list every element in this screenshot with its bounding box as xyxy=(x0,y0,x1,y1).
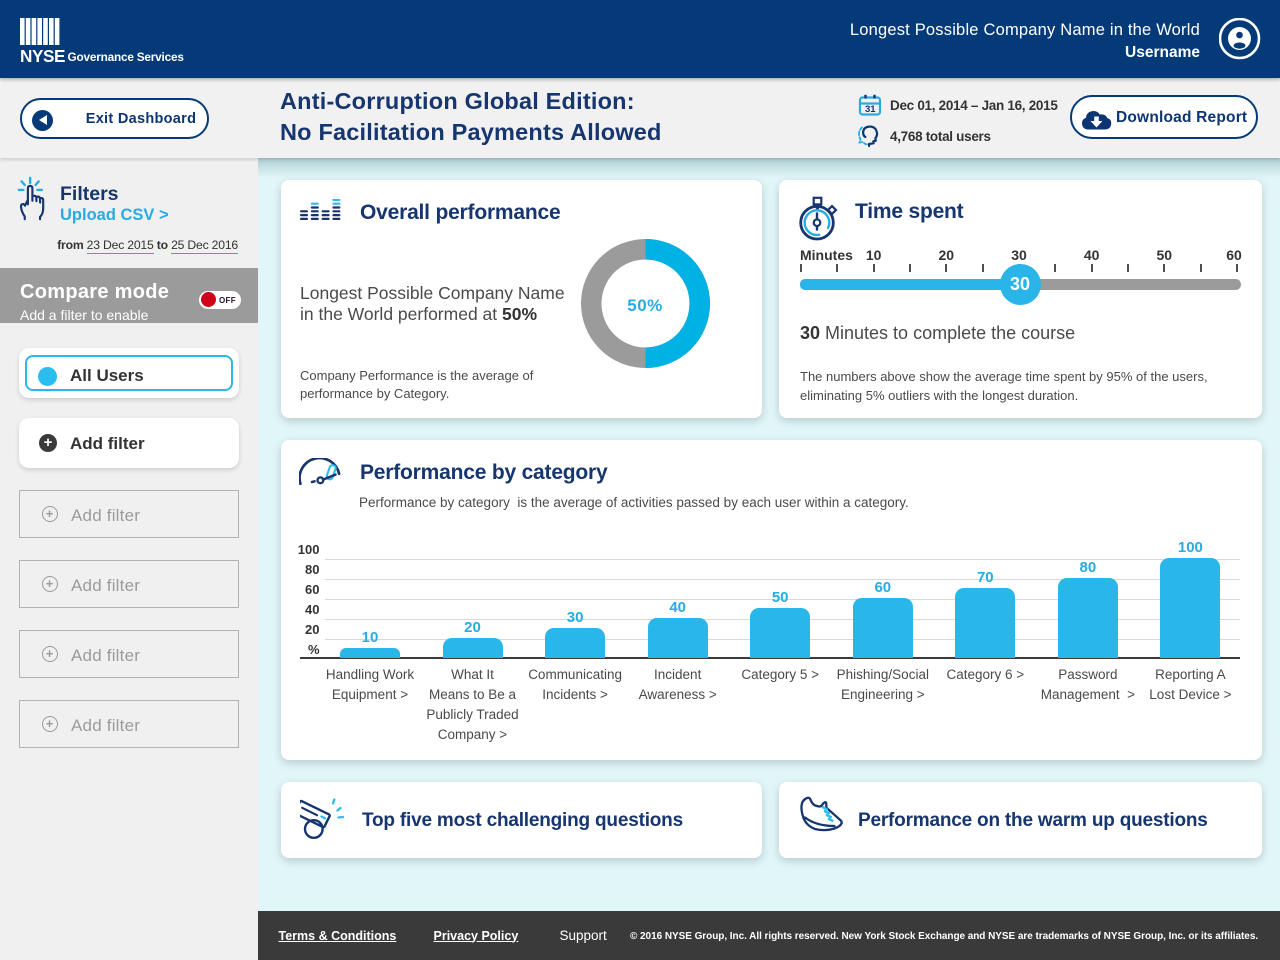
svg-text:NYSE: NYSE xyxy=(20,46,65,64)
svg-text:31: 31 xyxy=(865,104,876,115)
svg-text:Governance Services: Governance Services xyxy=(68,50,185,64)
